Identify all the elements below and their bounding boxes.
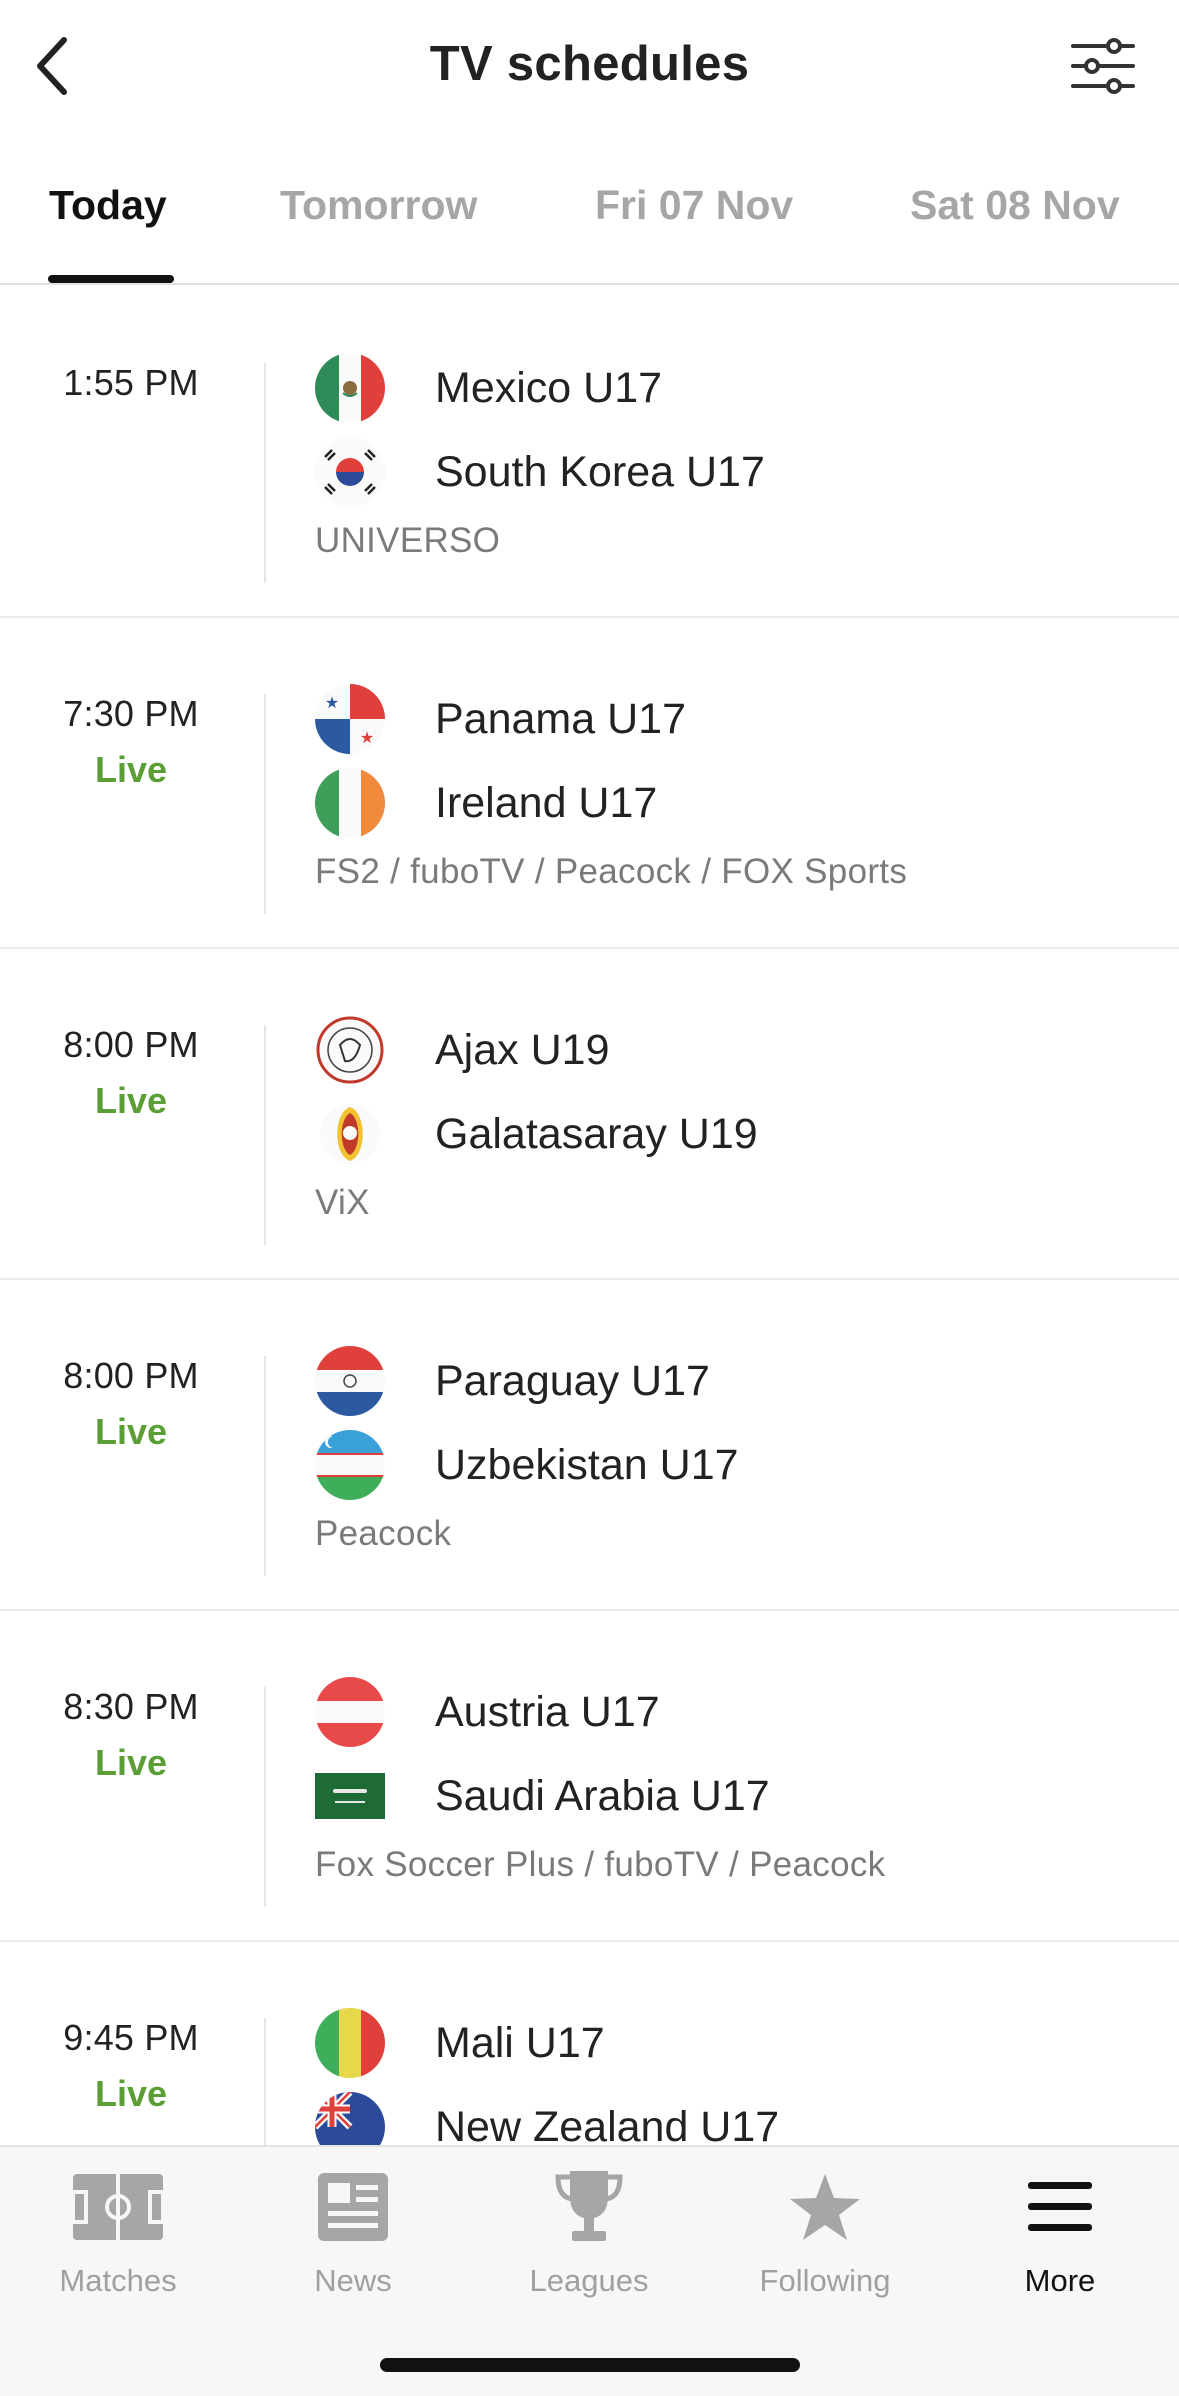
live-badge: Live: [94, 1080, 168, 1121]
team-name: Ireland U17: [435, 778, 658, 827]
home-team: ★ ★ Panama U17: [315, 684, 686, 754]
nav-news[interactable]: News: [235, 2167, 471, 2317]
star-icon: [779, 2167, 871, 2247]
match-row[interactable]: 8:00 PM Live Ajax U19 Galatasaray U19 Vi…: [0, 949, 1179, 1280]
bottom-navigation: Matches News Leagues Following More: [0, 2145, 1179, 2396]
team-name: Ajax U19: [435, 1025, 610, 1074]
tab-sat-08-nov[interactable]: Sat 08 Nov: [910, 182, 1120, 229]
nav-leagues[interactable]: Leagues: [471, 2167, 707, 2317]
match-row[interactable]: 9:45 PM Live Mali U17 New Zealand U17: [0, 1942, 1179, 2145]
ajax-crest-icon: [315, 1015, 385, 1085]
home-indicator: [380, 2358, 800, 2372]
home-team: Ajax U19: [315, 1015, 610, 1085]
tab-today[interactable]: Today: [49, 182, 167, 229]
team-name: Mexico U17: [435, 363, 663, 412]
live-badge: Live: [94, 2073, 168, 2114]
divider: [264, 1356, 266, 1576]
mali-flag-icon: [315, 2008, 385, 2078]
match-time: 8:00 PM: [63, 1024, 199, 1065]
menu-icon: [1014, 2167, 1106, 2247]
match-time: 8:30 PM: [63, 1686, 199, 1727]
newspaper-icon: [307, 2167, 399, 2247]
away-team: South Korea U17: [315, 437, 765, 507]
team-name: Panama U17: [435, 694, 686, 743]
svg-text:★: ★: [325, 693, 339, 712]
team-name: Uzbekistan U17: [435, 1440, 739, 1489]
tab-fri-07-nov[interactable]: Fri 07 Nov: [595, 182, 793, 229]
away-team: Galatasaray U19: [315, 1101, 758, 1167]
divider: [264, 1025, 266, 1245]
divider: [264, 1687, 266, 1907]
page-title: TV schedules: [429, 37, 750, 91]
nav-label: Following: [759, 2263, 891, 2298]
divider: [264, 694, 266, 914]
mexico-flag-icon: [315, 353, 385, 423]
team-name: Paraguay U17: [435, 1356, 710, 1405]
paraguay-flag-icon: [315, 1346, 385, 1416]
home-team: Paraguay U17: [315, 1346, 710, 1416]
team-name: Saudi Arabia U17: [435, 1771, 770, 1820]
live-badge: Live: [94, 749, 168, 790]
trophy-icon: [543, 2167, 635, 2247]
nav-more[interactable]: More: [942, 2167, 1178, 2317]
live-badge: Live: [94, 1742, 168, 1783]
team-name: Austria U17: [435, 1687, 660, 1736]
nav-label: Leagues: [529, 2263, 649, 2298]
match-row[interactable]: 7:30 PM Live ★ ★ Panama U17 Ireland U17 F…: [0, 618, 1179, 949]
home-team: Mali U17: [315, 2008, 605, 2078]
home-team: Austria U17: [315, 1677, 660, 1747]
header: TV schedules: [0, 0, 1179, 135]
tv-channels: Peacock: [315, 1514, 452, 1553]
pitch-icon: [72, 2167, 164, 2247]
team-name: Galatasaray U19: [435, 1109, 758, 1158]
team-name: South Korea U17: [435, 447, 765, 496]
uzbekistan-flag-icon: [315, 1430, 385, 1500]
match-time: 7:30 PM: [63, 693, 199, 734]
divider: [264, 363, 266, 583]
team-name: Mali U17: [435, 2018, 605, 2067]
nav-matches[interactable]: Matches: [0, 2167, 236, 2317]
nav-label: News: [314, 2263, 392, 2298]
date-tabs: Today Tomorrow Fri 07 Nov Sat 08 Nov: [0, 160, 1179, 285]
saudi-arabia-flag-icon: [315, 1761, 385, 1831]
match-time: 1:55 PM: [63, 362, 199, 403]
match-row[interactable]: 1:55 PM Mexico U17 South Korea U17 UNIVE…: [0, 287, 1179, 618]
away-team: New Zealand U17: [315, 2092, 780, 2146]
tv-channels: FS2 / fuboTV / Peacock / FOX Sports: [315, 852, 908, 891]
new-zealand-flag-icon: [315, 2092, 385, 2145]
away-team: Saudi Arabia U17: [315, 1763, 770, 1829]
sliders-icon: [1071, 38, 1135, 94]
tv-channels: ViX: [315, 1183, 370, 1222]
nav-label: Matches: [59, 2263, 177, 2298]
nav-following[interactable]: Following: [707, 2167, 943, 2317]
tv-channels: Fox Soccer Plus / fuboTV / Peacock: [315, 1845, 886, 1884]
filter-button[interactable]: [1071, 36, 1135, 96]
panama-flag-icon: ★ ★: [315, 684, 385, 754]
tv-channels: UNIVERSO: [315, 521, 501, 560]
divider: [264, 2018, 266, 2145]
tab-tomorrow[interactable]: Tomorrow: [280, 182, 477, 229]
austria-flag-icon: [315, 1677, 385, 1747]
svg-text:★: ★: [360, 728, 374, 747]
match-time: 8:00 PM: [63, 1355, 199, 1396]
nav-label: More: [1024, 2263, 1096, 2298]
south-korea-flag-icon: [315, 437, 385, 507]
ireland-flag-icon: [315, 768, 385, 838]
schedule-list: 1:55 PM Mexico U17 South Korea U17 UNIVE…: [0, 287, 1179, 2145]
match-time: 9:45 PM: [63, 2017, 199, 2058]
match-row[interactable]: 8:00 PM Live Paraguay U17 Uzbekistan U17…: [0, 1280, 1179, 1611]
active-tab-indicator: [48, 275, 174, 283]
galatasaray-crest-icon: [315, 1099, 385, 1169]
home-team: Mexico U17: [315, 353, 663, 423]
team-name: New Zealand U17: [435, 2102, 780, 2146]
away-team: Ireland U17: [315, 768, 658, 838]
live-badge: Live: [94, 1411, 168, 1452]
match-row[interactable]: 8:30 PM Live Austria U17 Saudi Arabia U1…: [0, 1611, 1179, 1942]
away-team: Uzbekistan U17: [315, 1430, 739, 1500]
